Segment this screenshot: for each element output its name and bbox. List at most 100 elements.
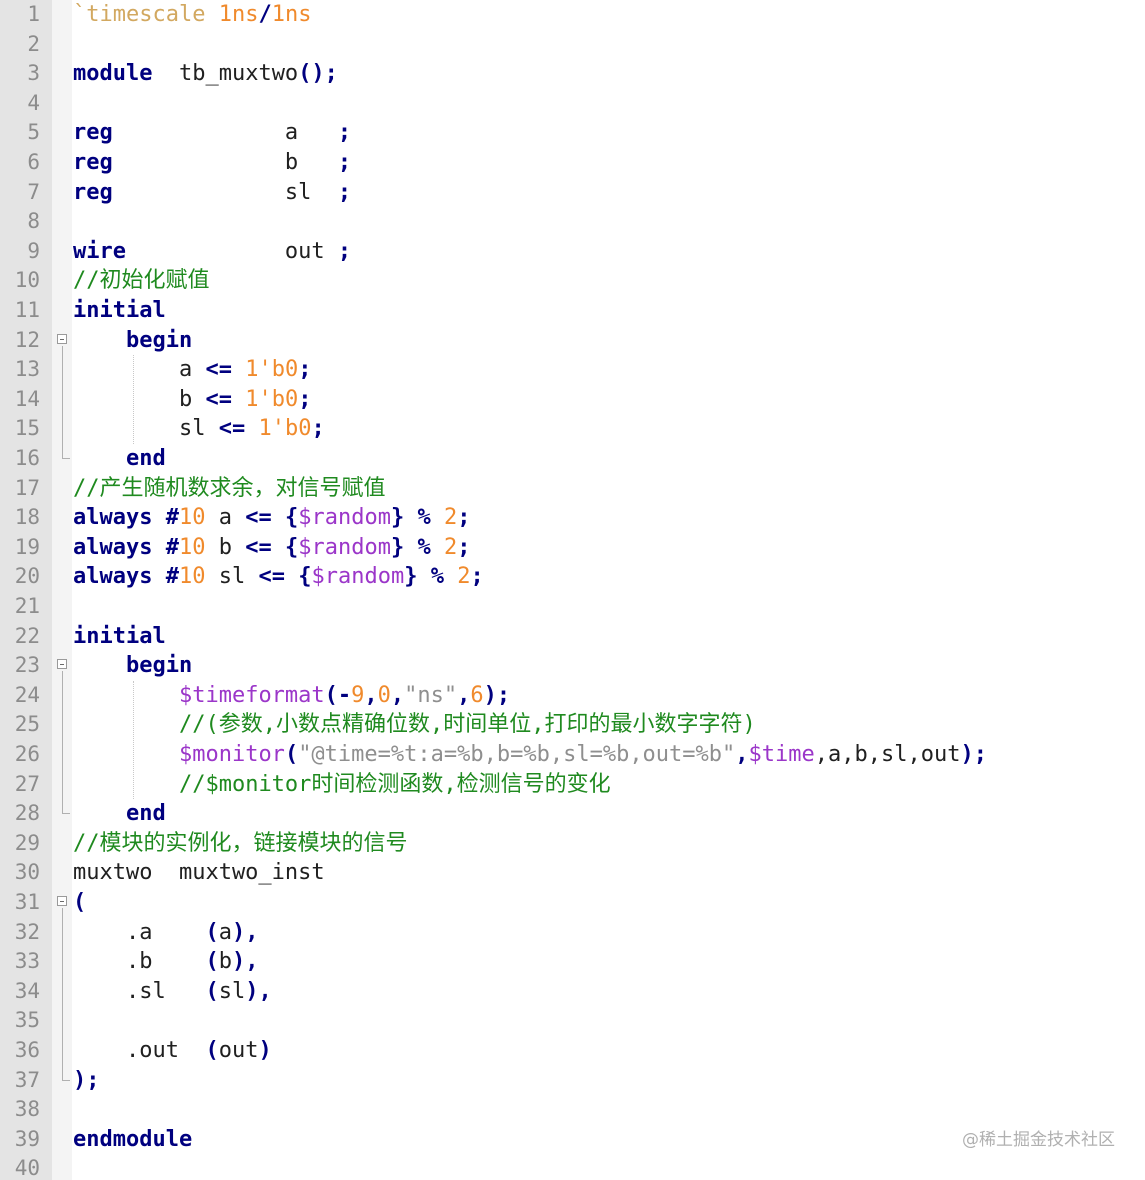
line-number: 24 — [14, 682, 40, 707]
code-line[interactable]: 1 `timescale 1ns/1ns — [0, 0, 1145, 30]
line-number: 21 — [14, 594, 40, 618]
code-token: <= — [258, 564, 285, 590]
code-line[interactable]: 18 always #10 a <= {$random} % 2; — [0, 503, 1145, 533]
code-text: a <= 1'b0; — [73, 355, 311, 385]
fold-toggle-icon[interactable] — [57, 659, 67, 670]
line-number: 9 — [27, 238, 40, 263]
line-number: 28 — [14, 801, 40, 826]
code-token: end — [125, 446, 166, 471]
code-line[interactable]: 26 $monitor("@time=%t:a=%b,b=%b,sl=%b,ou… — [0, 740, 1145, 770]
code-token: begin — [125, 327, 193, 353]
fold-toggle-icon[interactable] — [57, 896, 67, 906]
code-line[interactable]: 24 $timeformat(-9,0,"ns",6); — [0, 681, 1145, 711]
code-text: end — [73, 444, 166, 474]
code-line[interactable]: 17 //产生随机数求余，对信号赋值 — [0, 474, 1145, 504]
code-token: $random — [311, 564, 405, 590]
code-token: ( — [205, 949, 219, 975]
code-text: wire out ; — [73, 237, 351, 267]
code-line[interactable]: 19 always #10 b <= {$random} % 2; — [0, 533, 1145, 563]
code-line[interactable]: 36 .out (out) — [0, 1036, 1145, 1066]
code-line[interactable]: 25 //(参数,小数点精确位数,时间单位,打印的最小数字字符) — [0, 710, 1145, 740]
code-editor[interactable]: 1 `timescale 1ns/1ns 2 3 module tb_muxtwo();… — [0, 0, 1145, 1180]
code-token: begin — [125, 653, 193, 679]
code-token: ( — [205, 1038, 219, 1063]
code-line[interactable]: 15 sl <= 1'b0; — [0, 414, 1145, 444]
code-token: //模块的实例化，链接模块的信号 — [73, 830, 408, 856]
code-line[interactable]: 27 //$monitor时间检测函数,检测信号的变化 — [0, 770, 1145, 800]
code-token: 10 — [178, 534, 206, 560]
code-line[interactable]: 23 begin — [0, 651, 1145, 681]
line-number: 15 — [14, 416, 40, 441]
code-token: sl — [218, 978, 246, 1004]
code-line[interactable]: 4 — [0, 89, 1145, 119]
code-line[interactable]: 5 reg a ; — [0, 118, 1145, 148]
code-text: muxtwo muxtwo_inst — [73, 858, 325, 888]
code-line[interactable]: 13 a <= 1'b0; — [0, 355, 1145, 385]
code-token: - — [337, 682, 352, 708]
code-token: # — [165, 564, 179, 590]
code-line[interactable]: 7 reg sl ; — [0, 178, 1145, 208]
code-line[interactable]: 38 — [0, 1095, 1145, 1125]
code-token: "ns" — [404, 682, 458, 708]
code-line[interactable]: 16 end — [0, 444, 1145, 474]
line-number: 31 — [14, 890, 40, 914]
code-line[interactable]: 21 — [0, 592, 1145, 622]
code-line[interactable]: 22 initial — [0, 622, 1145, 652]
code-token: b — [112, 150, 338, 175]
code-line[interactable]: 9 wire out ; — [0, 237, 1145, 267]
code-line[interactable]: 2 — [0, 30, 1145, 60]
code-token: ; — [457, 534, 471, 560]
code-token: sl — [112, 179, 338, 205]
code-text: ( — [73, 888, 86, 918]
code-line[interactable]: 20 always #10 sl <= {$random} % 2; — [0, 562, 1145, 592]
line-number: 20 — [14, 564, 40, 589]
code-text: begin — [73, 651, 192, 681]
code-line[interactable]: 3 module tb_muxtwo(); — [0, 59, 1145, 89]
code-line[interactable]: 29 //模块的实例化，链接模块的信号 — [0, 829, 1145, 859]
code-line[interactable]: 32 .a (a), — [0, 918, 1145, 948]
fold-range-end — [62, 813, 70, 815]
line-number: 5 — [27, 120, 40, 145]
code-line[interactable]: 35 — [0, 1006, 1145, 1036]
code-line[interactable]: 30 muxtwo muxtwo_inst — [0, 858, 1145, 888]
fold-toggle-icon[interactable] — [57, 333, 67, 344]
code-token: } — [404, 564, 418, 590]
line-number: 40 — [14, 1156, 40, 1180]
code-line[interactable]: 6 reg b ; — [0, 148, 1145, 178]
code-token: $monitor — [178, 742, 285, 767]
code-line[interactable]: 14 b <= 1'b0; — [0, 385, 1145, 415]
code-line[interactable]: 33 .b (b), — [0, 947, 1145, 977]
code-line[interactable]: 10 //初始化赋值 — [0, 266, 1145, 296]
code-token: 10 — [178, 505, 206, 531]
code-line[interactable]: 34 .sl (sl), — [0, 977, 1145, 1007]
code-line[interactable]: 40 — [0, 1154, 1145, 1180]
code-text: reg b ; — [73, 148, 351, 178]
code-text: reg a ; — [73, 118, 351, 148]
code-line[interactable]: 8 — [0, 207, 1145, 237]
code-line[interactable]: 28 end — [0, 799, 1145, 829]
code-line[interactable]: 31 ( — [0, 888, 1145, 918]
code-token: 2 — [457, 564, 471, 590]
line-number: 29 — [14, 830, 40, 855]
code-token: .a — [73, 919, 206, 945]
code-line[interactable]: 11 initial — [0, 296, 1145, 326]
line-number: 38 — [14, 1097, 40, 1122]
code-text: $monitor("@time=%t:a=%b,b=%b,sl=%b,out=%… — [73, 740, 987, 770]
line-number: 8 — [27, 209, 40, 234]
code-line[interactable]: 37); — [0, 1066, 1145, 1096]
line-number: 17 — [14, 475, 40, 500]
line-number: 14 — [14, 386, 40, 411]
code-text: sl <= 1'b0; — [73, 414, 325, 444]
code-token: ; — [337, 179, 352, 205]
line-number: 7 — [27, 179, 40, 204]
code-text: .a (a), — [73, 918, 258, 948]
code-token: a — [73, 357, 206, 383]
code-token: } — [390, 534, 405, 560]
code-token: 0 — [377, 682, 391, 708]
code-line[interactable]: 12 begin — [0, 326, 1145, 356]
